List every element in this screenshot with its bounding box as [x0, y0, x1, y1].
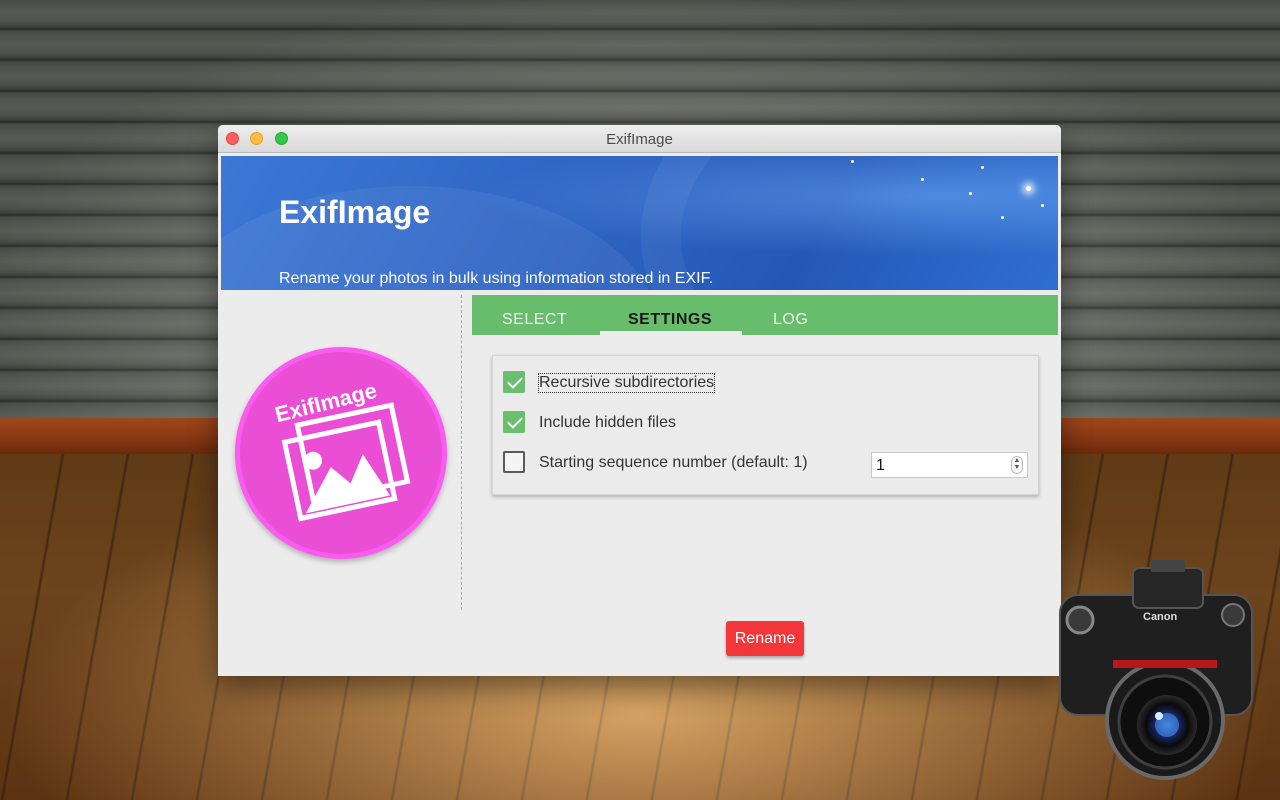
- sparkle-icon: [921, 178, 924, 181]
- sequence-label[interactable]: Starting sequence number (default: 1): [539, 454, 808, 472]
- sparkle-icon: [969, 192, 972, 195]
- rename-button[interactable]: Rename: [726, 621, 804, 656]
- app-window: ExifImage ExifImage Rename your photos i…: [218, 125, 1061, 676]
- camera-brand: Canon: [1143, 611, 1178, 623]
- window-title: ExifImage: [606, 131, 673, 148]
- active-tab-indicator: [600, 331, 742, 335]
- hidden-files-label[interactable]: Include hidden files: [539, 414, 676, 432]
- sparkle-icon: [1041, 204, 1044, 207]
- tab-settings[interactable]: SETTINGS: [628, 311, 712, 329]
- recursive-checkbox[interactable]: [503, 371, 525, 393]
- stepper-arrows-icon[interactable]: ▲ ▼: [1011, 456, 1023, 474]
- sparkle-icon: [1026, 186, 1031, 191]
- sequence-checkbox[interactable]: [503, 451, 525, 473]
- sparkle-icon: [851, 160, 854, 163]
- tab-select[interactable]: SELECT: [502, 311, 567, 329]
- panel-divider: [461, 295, 462, 610]
- sparkle-icon: [981, 166, 984, 169]
- camera-icon: Canon: [1059, 560, 1253, 780]
- settings-panel: Recursive subdirectories Include hidden …: [492, 355, 1039, 495]
- sparkle-icon: [1001, 216, 1004, 219]
- recursive-label[interactable]: Recursive subdirectories: [537, 373, 716, 393]
- app-subtitle: Rename your photos in bulk using informa…: [279, 270, 714, 287]
- app-logo: ExifImage: [235, 347, 447, 559]
- photo-icon: [281, 402, 411, 522]
- sequence-number-value[interactable]: 1: [876, 457, 885, 475]
- sequence-number-stepper[interactable]: 1 ▲ ▼: [871, 452, 1028, 478]
- header-banner: ExifImage Rename your photos in bulk usi…: [221, 156, 1058, 290]
- tab-bar: SELECT SETTINGS LOG: [472, 295, 1058, 335]
- hidden-files-checkbox[interactable]: [503, 411, 525, 433]
- app-title: ExifImage: [279, 194, 431, 230]
- title-bar[interactable]: ExifImage: [218, 125, 1061, 153]
- tab-log[interactable]: LOG: [773, 311, 808, 329]
